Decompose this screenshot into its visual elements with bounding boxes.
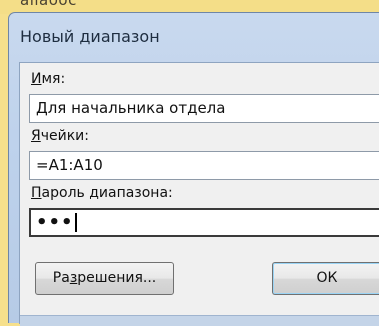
password-label-rest: ароль диапазона:: [41, 185, 173, 201]
name-label-rest: мя:: [41, 71, 66, 87]
password-label: Пароль диапазона:: [31, 185, 173, 201]
dialog-title: Новый диапазон: [20, 27, 160, 46]
permissions-button-pre: Ра: [52, 270, 70, 286]
password-input-value: •••: [36, 212, 74, 233]
new-range-dialog: Новый диапазон Имя: Для начальника отдел…: [8, 12, 379, 326]
text-caret: [74, 213, 77, 232]
cells-input[interactable]: =A1:A10: [29, 151, 379, 180]
dialog-body: Имя: Для начальника отдела Ячейки: =A1:A…: [19, 62, 379, 326]
name-label: Имя:: [31, 71, 65, 87]
password-label-accesskey: П: [31, 185, 42, 201]
name-label-accesskey: И: [31, 71, 42, 87]
permissions-button[interactable]: Разрешения...: [35, 262, 174, 295]
cells-label-rest: чейки:: [40, 128, 89, 144]
cells-label: Ячейки:: [31, 128, 89, 144]
permissions-button-post: решения...: [77, 270, 157, 286]
name-input-value: Для начальника отдела: [36, 99, 226, 117]
cells-input-value: =A1:A10: [36, 156, 103, 174]
cells-label-accesskey: Я: [31, 128, 41, 144]
name-input[interactable]: Для начальника отдела: [29, 94, 379, 123]
cropped-caption: ailaooc: [20, 0, 77, 9]
dialog-bottom-frame: [20, 315, 379, 326]
password-input[interactable]: •••: [29, 208, 379, 237]
ok-button[interactable]: ОК: [272, 262, 379, 295]
